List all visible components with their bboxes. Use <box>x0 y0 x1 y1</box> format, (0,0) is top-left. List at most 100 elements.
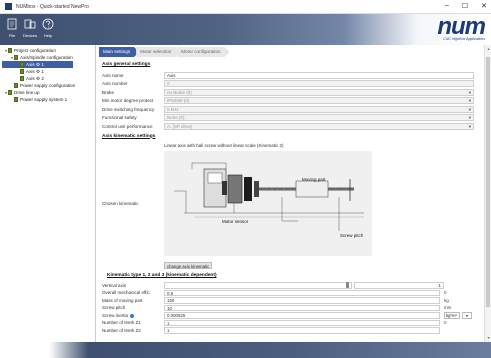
help-button[interactable]: Help <box>39 17 57 38</box>
tab-main-settings[interactable]: Main settings <box>99 47 139 57</box>
setting-row-axis-number: Axis number 0 <box>102 80 474 89</box>
brake-select[interactable]: no Brake (0) <box>164 88 474 96</box>
axis-icon <box>20 69 24 74</box>
minimize-button[interactable]: – <box>445 2 449 10</box>
mechanical-efficiency-unit: 0 <box>444 290 447 296</box>
devices-icon <box>24 19 36 29</box>
folder-icon <box>14 83 18 88</box>
tree-item-label: Axis ⚙ 2 <box>26 76 44 81</box>
vertical-axis-slider[interactable] <box>164 282 352 289</box>
setting-row-motor-protection: Min motor degree protect IP54/60 (0) <box>102 97 474 106</box>
param-row-teeth-z1: Number of teeth Z1 1 0 <box>102 319 474 327</box>
tree-item-axis-2[interactable]: Axis ⚙ 2 <box>2 75 93 82</box>
logo-word: num <box>437 13 486 40</box>
moving-part-label: Moving part <box>302 176 326 182</box>
scrollbar-thumb[interactable] <box>486 57 490 307</box>
mechanical-efficiency-input[interactable]: 0.9 <box>164 289 440 296</box>
param-label: Number of teeth Z1 <box>102 320 141 326</box>
file-button[interactable]: File <box>3 17 21 38</box>
app-footer <box>0 342 491 358</box>
tree-item-label: Power supply system 1 <box>20 97 68 102</box>
param-row-screw-inertia: Screw inertia 0.000525 kg*m² ▾ <box>102 312 474 320</box>
folder-icon <box>14 55 18 60</box>
tree-item-project-configuration[interactable]: ▾ Project configuration <box>2 47 93 54</box>
power-supply-icon <box>14 97 18 102</box>
window-title: NUMbox - Quick-started NewPro <box>16 3 89 10</box>
screw-pitch-unit: mm <box>444 305 452 311</box>
tab-motor-selection[interactable]: Motor selection <box>136 47 180 57</box>
motor-protection-select[interactable]: IP54/60 (0) <box>164 97 474 105</box>
functional-safety-select[interactable]: None (0) <box>164 114 474 122</box>
vertical-axis-slider-handle[interactable] <box>346 282 349 288</box>
window-titlebar: NUMbox - Quick-started NewPro – ☐ ✕ <box>0 0 491 14</box>
file-label: File <box>8 33 16 38</box>
setting-row-axis-name: Axis name Axis <box>102 71 474 80</box>
tree-item-label: Project configuration <box>14 48 56 53</box>
devices-button[interactable]: Devices <box>21 17 39 38</box>
tree-item-label: Drive line up <box>14 90 40 95</box>
param-row-teeth-z2: Number of teeth Z2 1 <box>102 327 474 335</box>
devices-label: Devices <box>22 33 38 38</box>
screw-inertia-unit-select[interactable]: kg*m² <box>444 312 460 319</box>
screw-inertia-input[interactable]: 0.000525 <box>164 312 440 319</box>
main-scrollbar[interactable]: ▴ ▾ <box>484 45 491 342</box>
tree-item-label: Axis/Spindle configuration <box>20 55 73 60</box>
app-header: File Devices Help num CNC HighEnd Applic… <box>0 14 491 45</box>
mass-unit: kg <box>444 297 449 303</box>
project-tree: ▾ Project configuration ▾ Axis/Spindle c… <box>0 45 96 342</box>
axis-number-field: 0 <box>164 80 474 88</box>
tab-motor-configuration[interactable]: Motor configuration <box>177 47 229 57</box>
setting-row-functional-safety: Functional safety None (0) <box>102 114 474 123</box>
axis-icon <box>20 76 24 81</box>
tree-item-axis-1[interactable]: Axis ⚙ 1 <box>2 68 93 75</box>
tree-item-axis-selected[interactable]: Axis ⚙ 1 <box>2 61 73 68</box>
control-unit-select[interactable]: A: (SP drive) <box>164 122 474 130</box>
kinematic-diagram: Moving part Motor sensor Screw pitch <box>164 150 372 256</box>
scroll-up-icon[interactable]: ▴ <box>485 46 491 52</box>
chevron-down-icon[interactable]: ▾ <box>462 312 472 319</box>
logo-tagline: CNC HighEnd Applications <box>443 37 485 41</box>
tree-item-label: Axis ⚙ 1 <box>26 69 44 74</box>
main-panel: Main settings Motor selection Motor conf… <box>97 45 483 342</box>
param-label: Screw inertia <box>102 313 164 318</box>
change-axis-kinematic-button[interactable]: change axis kinematic <box>164 261 213 269</box>
tree-item-power-supply-system[interactable]: Power supply system 1 <box>2 96 93 103</box>
folder-icon <box>8 90 12 95</box>
teeth-z1-unit: 0 <box>444 320 447 326</box>
setting-label: Min motor degree protect <box>102 98 154 104</box>
teeth-z1-input[interactable]: 1 <box>164 319 440 326</box>
tree-item-label: Axis ⚙ 1 <box>26 62 44 67</box>
scroll-down-icon[interactable]: ▾ <box>485 335 491 341</box>
switching-frequency-select[interactable]: 5 kHz <box>164 105 474 113</box>
axis-name-input[interactable]: Axis <box>164 71 474 79</box>
vertical-axis-input[interactable]: 1 <box>354 282 444 289</box>
axis-icon <box>20 62 24 67</box>
param-row-mass: Mass of moving part 150 kg <box>102 297 474 305</box>
file-icon <box>7 18 17 30</box>
setting-row-switching-frequency: Drive switching frequency 5 kHz <box>102 105 474 114</box>
chosen-kinematic-label: Chosen kinematic <box>102 200 139 206</box>
kinematic-block: Chosen kinematic Linear axis with ball s… <box>102 143 474 261</box>
setting-label: Drive switching frequency <box>102 106 155 112</box>
param-row-mechanical-efficiency: Overall mechanical effic. 0.9 0 <box>102 289 474 297</box>
setting-row-brake: Brake no Brake (0) <box>102 88 474 97</box>
kinematic-description: Linear axis with ball screw without line… <box>164 142 284 148</box>
tree-item-drive-line-up[interactable]: ▾ Drive line up <box>2 89 93 96</box>
teeth-z2-input[interactable]: 1 <box>164 327 440 334</box>
tree-item-axis-spindle-configuration[interactable]: ▾ Axis/Spindle configuration <box>2 54 93 61</box>
section-heading-kinematic: Axis kinematic settings <box>102 133 156 139</box>
tab-strip: Main settings Motor selection Motor conf… <box>99 47 227 57</box>
section-heading-dependent: Kinematic type 1, 2 and 3 (kinematic dep… <box>107 272 217 278</box>
close-button[interactable]: ✕ <box>481 2 487 10</box>
mass-input[interactable]: 150 <box>164 297 440 304</box>
param-label: Overall mechanical effic. <box>102 290 151 296</box>
maximize-button[interactable]: ☐ <box>462 2 468 10</box>
motor-sensor-label: Motor sensor <box>222 218 249 224</box>
num-logo: num CNC HighEnd Applications <box>437 13 486 42</box>
screw-pitch-input[interactable]: 10 <box>164 304 440 311</box>
tree-item-power-supply-configuration[interactable]: Power supply configuration <box>2 82 93 89</box>
param-label: Mass of moving part <box>102 297 143 303</box>
app-icon <box>5 3 12 10</box>
info-icon[interactable] <box>130 313 135 318</box>
setting-row-control-unit: Control unit performance A: (SP drive) <box>102 122 474 131</box>
